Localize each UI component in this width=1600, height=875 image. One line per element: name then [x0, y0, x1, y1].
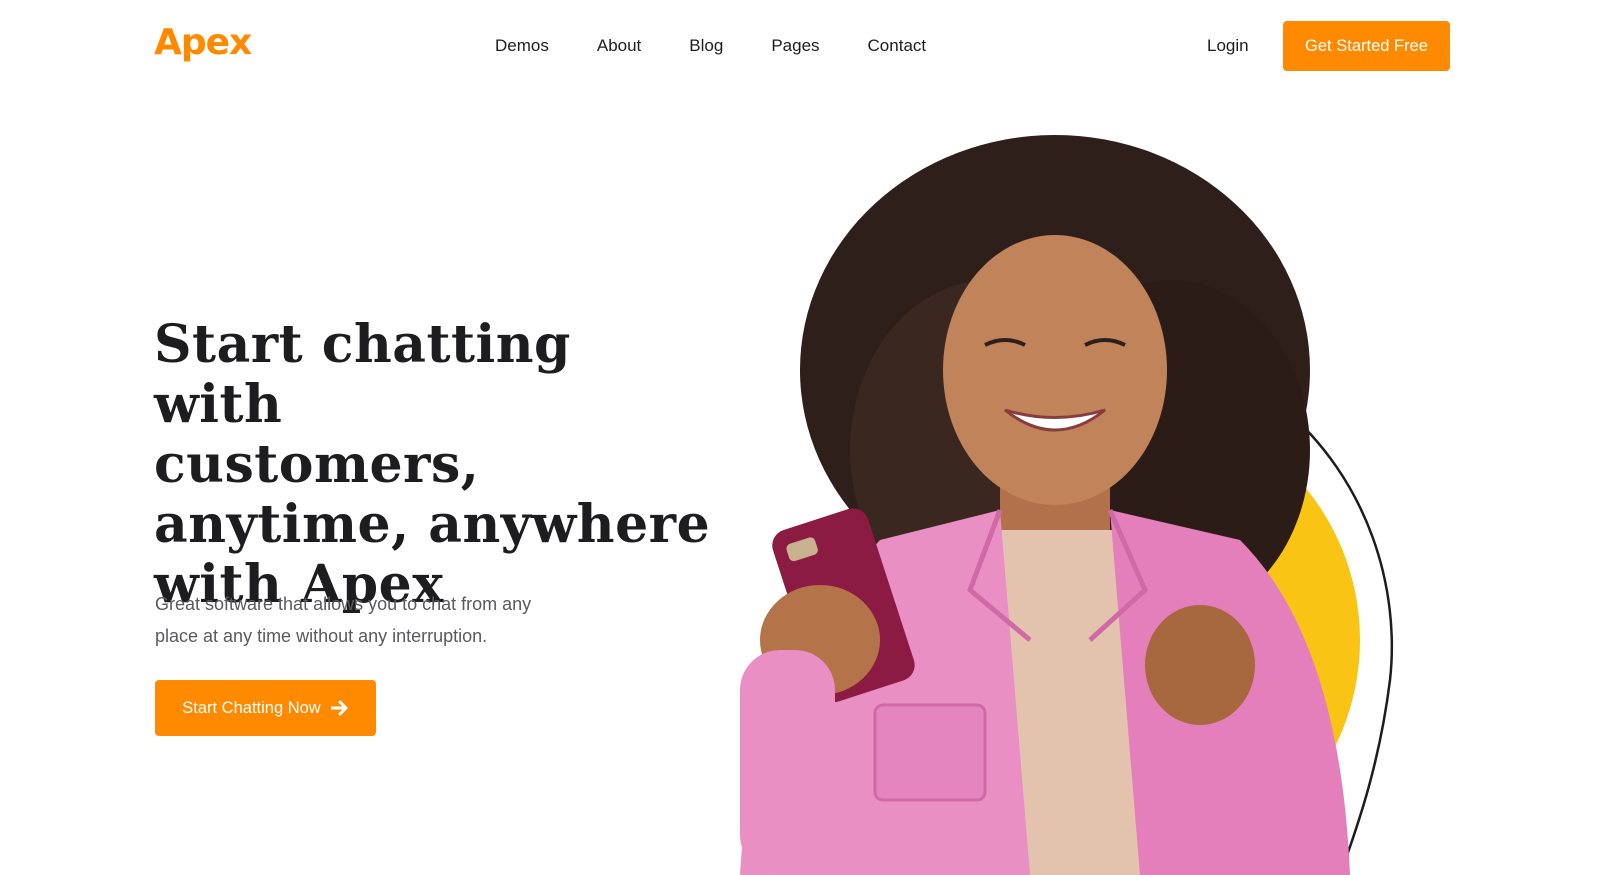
- login-link[interactable]: Login: [1207, 33, 1249, 59]
- hero-title-line: Start chatting with: [154, 314, 571, 435]
- hero-subtitle-line: place at any time without any interrupti…: [155, 626, 488, 646]
- hero-title-line: customers,: [154, 434, 480, 495]
- nav-item-pages[interactable]: Pages: [771, 33, 819, 59]
- start-chatting-button[interactable]: Start Chatting Now: [155, 680, 376, 736]
- hand-shape: [1145, 605, 1255, 725]
- hero-subtitle-line: Great software that allows you to chat f…: [155, 594, 532, 614]
- hero-illustration: [740, 135, 1394, 875]
- get-started-button[interactable]: Get Started Free: [1283, 21, 1450, 71]
- main-nav: Demos About Blog Pages Contact: [495, 33, 974, 59]
- hero-subtitle: Great software that allows you to chat f…: [155, 588, 575, 652]
- face-shape: [943, 235, 1167, 505]
- pocket-shape: [873, 703, 987, 802]
- nav-item-about[interactable]: About: [597, 33, 641, 59]
- hero-title-line: anytime, anywhere: [154, 494, 711, 555]
- brand-logo[interactable]: Apex: [154, 20, 252, 66]
- site-header: Apex Demos About Blog Pages Contact Logi…: [0, 0, 1600, 90]
- nav-item-contact[interactable]: Contact: [868, 33, 927, 59]
- nav-item-blog[interactable]: Blog: [689, 33, 723, 59]
- start-chatting-label: Start Chatting Now: [182, 698, 321, 717]
- hero-title: Start chatting with customers, anytime, …: [154, 315, 714, 615]
- forearm-shape: [740, 650, 835, 875]
- arrow-right-icon: [330, 700, 348, 716]
- nav-item-demos[interactable]: Demos: [495, 33, 549, 59]
